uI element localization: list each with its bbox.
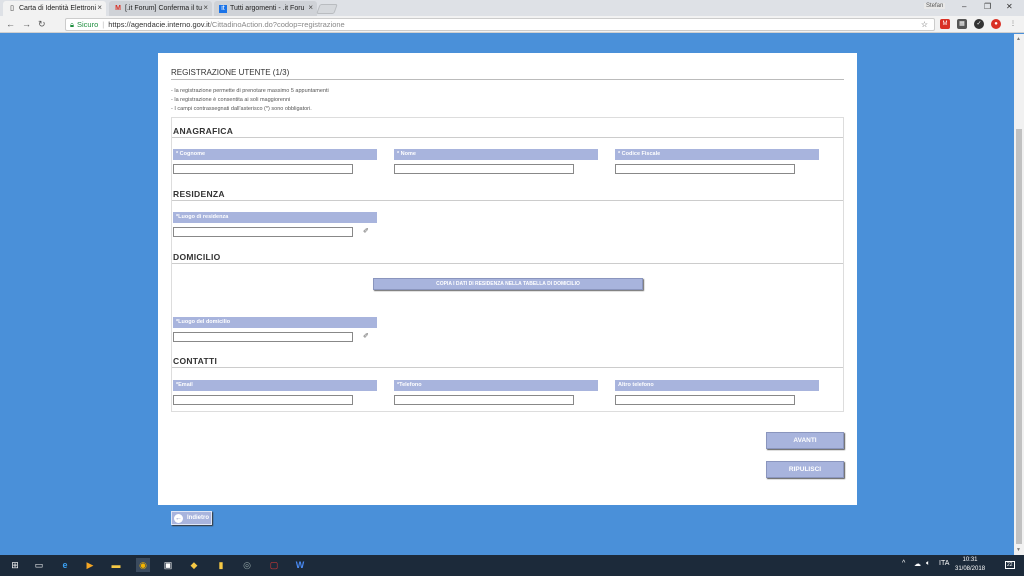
secure-label: Sicuro: [77, 20, 99, 29]
codice-fiscale-label: * Codice Fiscale: [615, 149, 819, 160]
notification-badge[interactable]: 22: [1005, 561, 1015, 569]
page-title: REGISTRAZIONE UTENTE (1/3): [171, 68, 290, 77]
restore-icon[interactable]: ❐: [984, 2, 991, 11]
telefono-label: *Telefono: [394, 380, 598, 391]
eraser-icon[interactable]: ✐: [363, 332, 369, 340]
info-note: - la registrazione è consentita ai soli …: [171, 97, 291, 103]
app-icon[interactable]: ◆: [187, 558, 201, 572]
telefono-input[interactable]: [394, 395, 574, 405]
indietro-button[interactable]: ← Indietro: [171, 511, 212, 525]
luogo-domicilio-input[interactable]: [173, 332, 353, 342]
registration-panel: REGISTRAZIONE UTENTE (1/3) - la registra…: [158, 53, 857, 505]
app-icon[interactable]: ◎: [240, 558, 254, 572]
scroll-up-icon[interactable]: ▲: [1016, 36, 1021, 42]
minimize-icon[interactable]: –: [962, 2, 966, 11]
nome-label: * Nome: [394, 149, 598, 160]
taskbar: ⊞ ▭ e ▶ ▬ ◉ ▣ ◆ ▮ ◎ ▢ W ^ ☁ 🔈︎ ITA 10:31…: [0, 555, 1024, 576]
lock-icon: 🔒︎: [70, 20, 74, 29]
indietro-label: Indietro: [187, 515, 209, 521]
app-icon[interactable]: ▮: [214, 558, 228, 572]
codice-fiscale-input[interactable]: [615, 164, 795, 174]
tab-forum-conferma[interactable]: M [.it Forum] Conferma il tu ×: [109, 1, 212, 16]
bookmark-star-icon[interactable]: ☆: [921, 19, 928, 30]
edge-icon[interactable]: e: [58, 558, 72, 572]
cloud-icon[interactable]: ☁: [914, 560, 921, 568]
browser-user-name[interactable]: Stefan: [924, 3, 946, 9]
browser-tab-bar: ▯ Carta di Identità Elettroni × M [.it F…: [0, 0, 1024, 16]
page-scrollbar[interactable]: ▲ ▼: [1014, 34, 1024, 555]
divider: [171, 79, 844, 80]
divider: [172, 200, 843, 201]
chevron-up-icon[interactable]: ^: [902, 560, 905, 567]
close-icon[interactable]: ×: [97, 3, 102, 12]
info-note: - la registrazione permette di prenotare…: [171, 88, 329, 94]
email-label: *Email: [173, 380, 377, 391]
divider: [172, 367, 843, 368]
section-contatti: CONTATTI: [173, 356, 218, 366]
address-bar: ← → ↻ 🔒︎ Sicuro | https://agendacie.inte…: [0, 16, 1024, 33]
tab-tutti-argomenti[interactable]: it Tutti argomenti - .it Foru ×: [214, 1, 317, 16]
back-icon[interactable]: ←: [6, 19, 15, 29]
extension-icon[interactable]: M: [940, 19, 950, 29]
extension-icon[interactable]: ●: [991, 19, 1001, 29]
nome-input[interactable]: [394, 164, 574, 174]
file-explorer-icon[interactable]: ▬: [109, 558, 123, 572]
section-anagrafica: ANAGRAFICA: [173, 126, 234, 136]
luogo-residenza-label: *Luogo di residenza: [173, 212, 377, 223]
section-residenza: RESIDENZA: [173, 189, 225, 199]
task-view-icon[interactable]: ▭: [32, 558, 46, 572]
forum-icon: it: [219, 4, 227, 13]
scroll-down-icon[interactable]: ▼: [1016, 547, 1021, 553]
forward-icon[interactable]: →: [22, 19, 31, 29]
cognome-input[interactable]: [173, 164, 353, 174]
avanti-button[interactable]: AVANTI: [766, 432, 844, 449]
copy-residence-button[interactable]: COPIA I DATI DI RESIDENZA NELLA TABELLA …: [373, 278, 643, 290]
ripulisci-button[interactable]: RIPULISCI: [766, 461, 844, 478]
menu-icon[interactable]: ⋮: [1008, 19, 1018, 29]
tab-label: Tutti argomenti - .it Foru: [230, 5, 305, 12]
info-note: - I campi contrassegnati dall'asterisco …: [171, 106, 312, 112]
clock-date: 31/08/2018: [955, 566, 986, 572]
tab-carta-identita[interactable]: ▯ Carta di Identità Elettroni ×: [3, 1, 106, 16]
registration-form: ANAGRAFICA * Cognome * Nome * Codice Fis…: [171, 117, 844, 412]
clock-time: 10:31: [962, 557, 978, 563]
gmail-icon: M: [115, 4, 121, 12]
altro-telefono-input[interactable]: [615, 395, 795, 405]
extension-icon[interactable]: ▦: [957, 19, 967, 29]
reload-icon[interactable]: ↻: [38, 19, 46, 30]
eraser-icon[interactable]: ✐: [363, 227, 369, 235]
luogo-domicilio-label: *Luogo del domicilio: [173, 317, 377, 328]
new-tab-button[interactable]: [316, 4, 338, 14]
tab-label: [.it Forum] Conferma il tu: [125, 5, 203, 12]
chrome-icon[interactable]: ◉: [136, 558, 150, 572]
shield-icon[interactable]: ✓: [974, 19, 984, 29]
divider: [172, 263, 843, 264]
document-icon: ▯: [10, 4, 14, 12]
terminal-icon[interactable]: ▣: [161, 558, 175, 572]
close-icon[interactable]: ×: [203, 3, 208, 12]
tab-label: Carta di Identità Elettroni: [19, 5, 97, 12]
windows-start-icon[interactable]: ⊞: [8, 558, 22, 572]
clock[interactable]: 10:31 31/08/2018: [955, 556, 985, 574]
close-icon[interactable]: ×: [308, 3, 313, 12]
app-icon[interactable]: ▢: [267, 558, 281, 572]
luogo-residenza-input[interactable]: [173, 227, 353, 237]
section-domicilio: DOMICILIO: [173, 252, 221, 262]
back-arrow-icon: ←: [174, 513, 183, 523]
volume-icon[interactable]: 🔈︎: [926, 560, 930, 568]
word-icon[interactable]: W: [293, 558, 307, 572]
cognome-label: * Cognome: [173, 149, 377, 160]
close-window-icon[interactable]: ✕: [1006, 2, 1013, 11]
email-input[interactable]: [173, 395, 353, 405]
url-host: https://agendacie.interno.gov.it: [108, 20, 210, 29]
divider: [172, 137, 843, 138]
url-path: /CittadinoAction.do?codop=registrazione: [209, 20, 345, 29]
url-input[interactable]: 🔒︎ Sicuro | https://agendacie.interno.go…: [65, 18, 935, 31]
media-player-icon[interactable]: ▶: [83, 558, 97, 572]
scrollbar-thumb[interactable]: [1016, 129, 1022, 544]
language-indicator[interactable]: ITA: [939, 560, 949, 567]
url-separator: |: [102, 20, 105, 29]
altro-telefono-label: Altro telefono: [615, 380, 819, 391]
